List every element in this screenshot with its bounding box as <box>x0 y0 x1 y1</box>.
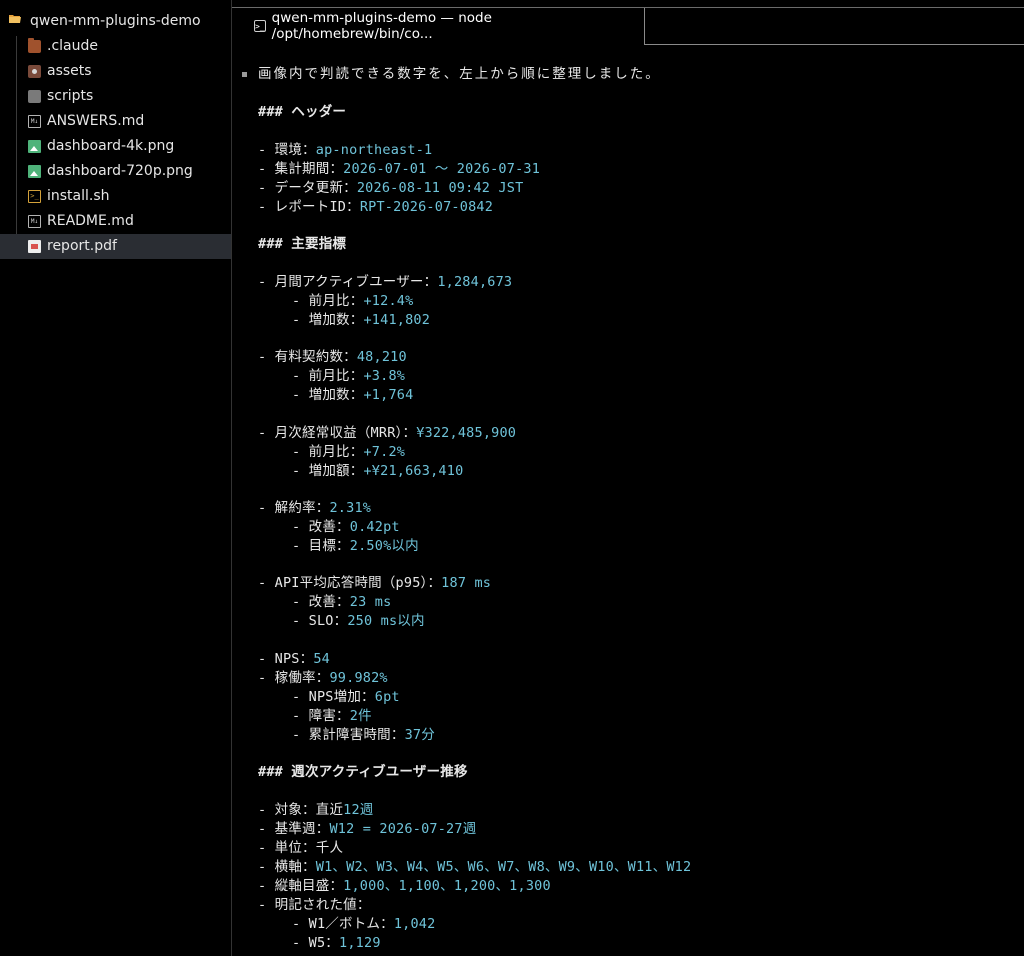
folder-icon <box>28 38 41 53</box>
sidebar-item-label: README.md <box>47 213 134 229</box>
intro-text: 画像内で判読できる数字を、左上から順に整理しました。 <box>258 66 661 82</box>
image-icon <box>28 165 41 178</box>
line-mau-mom: - 前月比：+12.4% <box>292 293 414 309</box>
terminal-tab[interactable]: >_ qwen-mm-plugins-demo — node /opt/home… <box>232 8 645 45</box>
sidebar-item-label: assets <box>47 63 92 79</box>
markdown-icon: M↓ <box>28 215 41 228</box>
line-uptime: - 稼働率：99.982% <box>258 670 388 686</box>
markdown-icon: M↓ <box>28 115 41 128</box>
pdf-icon <box>28 240 41 253</box>
sidebar-item-label: ANSWERS.md <box>47 113 145 129</box>
line-environment: - 環境：ap-northeast-1 <box>258 142 433 158</box>
line-data-updated: - データ更新：2026-08-11 09:42 JST <box>258 180 524 196</box>
section-heading-header: ### ヘッダー <box>258 104 347 120</box>
project-root-folder[interactable]: qwen-mm-plugins-demo <box>0 10 231 32</box>
file-explorer-sidebar: qwen-mm-plugins-demo .claude assets scri… <box>0 0 232 956</box>
terminal-tab-bar: >_ qwen-mm-plugins-demo — node /opt/home… <box>232 0 1024 46</box>
open-folder-icon <box>8 13 22 29</box>
line-unit: - 単位：千人 <box>258 840 344 856</box>
line-nps: - NPS：54 <box>258 651 330 667</box>
line-churn-rate: - 解約率：2.31% <box>258 500 372 516</box>
sidebar-item-label: scripts <box>47 88 94 104</box>
line-mrr-increase: - 増加額：+¥21,663,410 <box>292 463 464 479</box>
line-api-slo: - SLO：250 ms以内 <box>292 613 425 629</box>
sidebar-item-dashboard-4k[interactable]: dashboard-4k.png <box>0 134 231 159</box>
line-w5: - W5：1,129 <box>292 935 381 951</box>
line-stated-values: - 明記された値： <box>258 897 371 913</box>
line-churn-target: - 目標：2.50%以内 <box>292 538 419 554</box>
line-incident-time: - 累計障害時間：37分 <box>292 727 435 743</box>
sidebar-item-dashboard-720p[interactable]: dashboard-720p.png <box>0 159 231 184</box>
sidebar-item-label: dashboard-4k.png <box>47 138 175 154</box>
line-paid-increase: - 増加数：+1,764 <box>292 387 414 403</box>
line-paid-contracts: - 有料契約数：48,210 <box>258 349 407 365</box>
terminal-icon: >_ <box>254 20 266 32</box>
terminal-tab-title: qwen-mm-plugins-demo — node /opt/homebre… <box>271 10 492 42</box>
sidebar-item-readme-md[interactable]: M↓ README.md <box>0 209 231 234</box>
line-report-id: - レポートID：RPT-2026-07-0842 <box>258 199 494 215</box>
sidebar-item-report-pdf[interactable]: report.pdf <box>0 234 231 259</box>
sidebar-item-label: .claude <box>47 38 98 54</box>
sidebar-item-assets[interactable]: assets <box>0 59 231 84</box>
line-nps-increase: - NPS増加：6pt <box>292 689 400 705</box>
message-bullet-icon <box>242 72 247 77</box>
folder-icon <box>28 90 41 103</box>
line-mrr-mom: - 前月比：+7.2% <box>292 444 406 460</box>
image-icon <box>28 140 41 153</box>
line-mau-increase: - 増加数：+141,802 <box>292 312 431 328</box>
sidebar-item-label: install.sh <box>47 188 110 204</box>
sidebar-item-label: report.pdf <box>47 238 117 254</box>
section-heading-kpi: ### 主要指標 <box>258 236 347 252</box>
section-heading-weekly: ### 週次アクティブユーザー推移 <box>258 764 468 780</box>
line-x-axis: - 横軸：W1、W2、W3、W4、W5、W6、W7、W8、W9、W10、W11、… <box>258 859 692 875</box>
tab-bar-bottom-border <box>644 44 1024 45</box>
line-mrr: - 月次経常収益（MRR）：¥322,485,900 <box>258 425 517 441</box>
line-paid-mom: - 前月比：+3.8% <box>292 368 406 384</box>
line-mau: - 月間アクティブユーザー：1,284,673 <box>258 274 513 290</box>
terminal-output[interactable]: 画像内で判読できる数字を、左上から順に整理しました。 ### ヘッダー - 環境… <box>232 46 1024 956</box>
line-api-improvement: - 改善：23 ms <box>292 594 392 610</box>
sidebar-item-claude[interactable]: .claude <box>0 34 231 59</box>
line-target: - 対象：直近12週 <box>258 802 374 818</box>
sidebar-item-install-sh[interactable]: >_ install.sh <box>0 184 231 209</box>
sidebar-item-scripts[interactable]: scripts <box>0 84 231 109</box>
line-y-ticks: - 縦軸目盛：1,000、1,100、1,200、1,300 <box>258 878 551 894</box>
line-incidents: - 障害：2件 <box>292 708 372 724</box>
image-folder-icon <box>28 65 41 78</box>
line-w1-bottom: - W1／ボトム：1,042 <box>292 916 436 932</box>
line-period: - 集計期間：2026-07-01 〜 2026-07-31 <box>258 161 541 177</box>
sidebar-item-label: dashboard-720p.png <box>47 163 193 179</box>
shell-icon: >_ <box>28 190 41 203</box>
line-churn-improvement: - 改善：0.42pt <box>292 519 400 535</box>
line-api-latency: - API平均応答時間（p95）：187 ms <box>258 575 492 591</box>
sidebar-item-answers-md[interactable]: M↓ ANSWERS.md <box>0 109 231 134</box>
line-base-week: - 基準週：W12 = 2026-07-27週 <box>258 821 477 837</box>
project-root-label: qwen-mm-plugins-demo <box>30 13 201 29</box>
